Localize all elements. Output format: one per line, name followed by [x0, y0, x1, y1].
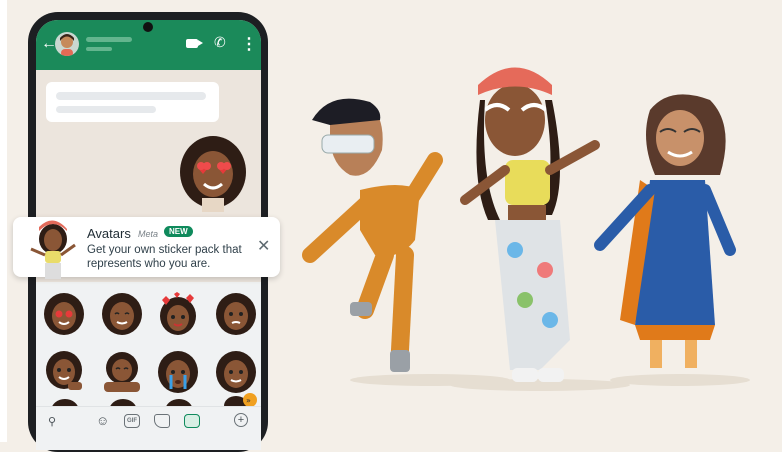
- avatar-icon[interactable]: [184, 414, 200, 428]
- svg-text:»: »: [246, 396, 251, 405]
- avatar-sticker[interactable]: [156, 350, 200, 394]
- message-line: [56, 106, 156, 113]
- avatar-sticker[interactable]: [42, 350, 86, 394]
- avatar-figure-girl-kurta: [594, 94, 736, 368]
- avatar-sticker[interactable]: [214, 292, 258, 336]
- plus-icon[interactable]: +: [234, 413, 248, 427]
- card-brand: Meta: [138, 229, 159, 239]
- card-description: Get your own sticker pack that represent…: [87, 244, 242, 270]
- close-icon[interactable]: ✕: [257, 236, 270, 256]
- search-icon[interactable]: ⚲: [48, 415, 56, 428]
- video-icon[interactable]: [186, 39, 203, 48]
- emoji-icon[interactable]: ☺: [96, 413, 109, 428]
- avatar-sticker[interactable]: [50, 398, 94, 406]
- incoming-message: [46, 82, 219, 122]
- avatar-sticker[interactable]: [100, 350, 144, 394]
- more-vertical-icon[interactable]: ⋮: [241, 34, 257, 54]
- contact-avatar[interactable]: [55, 32, 79, 56]
- avatar-sticker[interactable]: [108, 398, 152, 406]
- avatar-sticker[interactable]: [214, 350, 258, 394]
- emoji-keyboard-toolbar: ⚲ ☺ GIF +: [36, 406, 261, 437]
- new-badge: NEW: [164, 226, 193, 237]
- avatar-sticker[interactable]: [42, 292, 86, 336]
- contact-name-placeholder[interactable]: [86, 37, 132, 42]
- avatar-sticker[interactable]: [100, 292, 144, 336]
- avatars-promo-card[interactable]: Avatars Meta NEW Get your own sticker pa…: [13, 217, 280, 279]
- avatar-sticker[interactable]: [164, 398, 208, 406]
- avatar-figure-girl-cap: [460, 67, 600, 382]
- sticker-icon[interactable]: [154, 414, 170, 428]
- avatar-sticker[interactable]: »: [222, 390, 261, 406]
- avatar-figure-icon: [25, 219, 81, 279]
- page-edge: [0, 0, 7, 442]
- contact-status-placeholder: [86, 47, 112, 51]
- avatar-sticker[interactable]: [156, 292, 200, 336]
- message-line: [56, 92, 206, 100]
- avatar-characters-illustration: [290, 40, 770, 440]
- card-title: Avatars: [87, 226, 131, 241]
- phone-icon[interactable]: ✆: [214, 34, 226, 51]
- sent-avatar-sticker[interactable]: [178, 132, 248, 212]
- gif-button[interactable]: GIF: [124, 414, 140, 428]
- front-camera: [143, 22, 153, 32]
- avatar-figure-boy: [302, 98, 443, 372]
